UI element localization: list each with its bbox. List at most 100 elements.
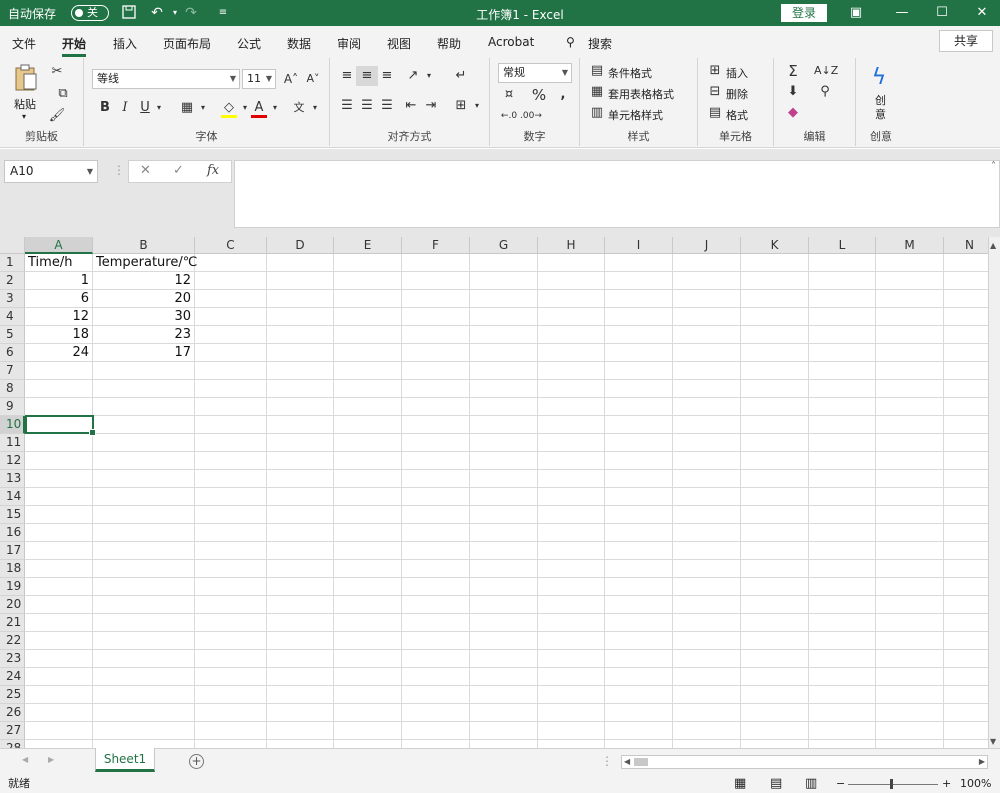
increase-font-icon[interactable]: A˄ <box>280 69 302 89</box>
row-header[interactable]: 11 <box>0 434 25 452</box>
column-header[interactable]: G <box>470 237 538 254</box>
table-cell[interactable]: Temperature/℃ <box>93 254 197 272</box>
table-cell[interactable]: 30 <box>93 308 194 326</box>
phonetic-dropdown-icon[interactable]: ▾ <box>304 98 326 118</box>
bold-icon[interactable]: B <box>94 98 116 118</box>
zoom-level[interactable]: 100% <box>960 775 991 793</box>
align-top-icon[interactable]: ≡ <box>336 66 358 86</box>
row-header[interactable]: 10 <box>0 416 25 434</box>
maximize-icon[interactable]: ☐ <box>932 3 952 23</box>
row-header[interactable]: 3 <box>0 290 25 308</box>
formula-input[interactable] <box>234 160 1000 228</box>
decrease-font-icon[interactable]: A˅ <box>302 69 324 89</box>
minimize-icon[interactable]: — <box>892 3 912 23</box>
row-header[interactable]: 17 <box>0 542 25 560</box>
cancel-icon[interactable]: ✕ <box>140 163 151 178</box>
tab-page-layout[interactable]: 页面布局 <box>163 35 211 52</box>
find-select-icon[interactable]: ⚲ <box>814 82 836 102</box>
column-header[interactable]: C <box>195 237 267 254</box>
tab-search[interactable]: 搜索 <box>588 35 612 52</box>
row-header[interactable]: 13 <box>0 470 25 488</box>
orientation-dropdown-icon[interactable]: ▾ <box>418 66 440 86</box>
borders-dropdown-icon[interactable]: ▾ <box>192 98 214 118</box>
percent-icon[interactable]: % <box>528 85 550 105</box>
table-cell[interactable]: 17 <box>93 344 194 362</box>
clear-icon[interactable]: ◆ <box>782 103 804 123</box>
column-header[interactable]: I <box>605 237 673 254</box>
scroll-right-icon[interactable]: ▶ <box>979 757 985 766</box>
tab-data[interactable]: 数据 <box>287 35 311 52</box>
login-button[interactable]: 登录 <box>781 4 827 22</box>
share-button[interactable]: 共享 <box>939 30 993 52</box>
font-color-dropdown-icon[interactable]: ▾ <box>264 98 286 118</box>
number-format-select[interactable]: 常规 ▼ <box>498 63 572 83</box>
autosave-toggle[interactable]: 关 <box>71 5 109 21</box>
zoom-slider-thumb[interactable] <box>890 779 893 789</box>
row-header[interactable]: 19 <box>0 578 25 596</box>
table-cell[interactable]: Time/h <box>25 254 93 272</box>
row-header[interactable]: 24 <box>0 668 25 686</box>
expand-formula-icon[interactable]: ˄ <box>991 161 996 172</box>
prev-sheet-icon[interactable]: ◀ <box>22 755 28 764</box>
scroll-up-icon[interactable]: ▲ <box>990 241 996 250</box>
cut-icon[interactable]: ✂ <box>46 62 68 82</box>
tab-view[interactable]: 视图 <box>387 35 411 52</box>
table-cell[interactable]: 1 <box>25 272 92 290</box>
align-middle-icon[interactable]: ≡ <box>356 66 378 86</box>
decrease-decimal-icon[interactable]: .00→ <box>520 106 542 126</box>
column-header[interactable]: J <box>673 237 741 254</box>
table-cell[interactable]: 12 <box>93 272 194 290</box>
row-header[interactable]: 20 <box>0 596 25 614</box>
tab-acrobat[interactable]: Acrobat <box>488 35 534 49</box>
horizontal-scrollbar[interactable]: ◀ ▶ <box>621 755 988 769</box>
table-cell[interactable]: 23 <box>93 326 194 344</box>
row-header[interactable]: 22 <box>0 632 25 650</box>
column-header[interactable]: H <box>538 237 605 254</box>
zoom-slider[interactable] <box>848 784 938 785</box>
redo-icon[interactable]: ↷ <box>182 4 200 22</box>
align-bottom-icon[interactable]: ≡ <box>376 66 398 86</box>
comma-style-icon[interactable]: , <box>552 85 574 105</box>
italic-icon[interactable]: I <box>114 98 136 118</box>
row-header[interactable]: 6 <box>0 344 25 362</box>
column-header[interactable]: A <box>25 237 93 254</box>
scroll-down-icon[interactable]: ▼ <box>990 737 996 746</box>
table-cell[interactable]: 6 <box>25 290 92 308</box>
format-cells-button[interactable]: 格式 <box>726 107 748 123</box>
column-header[interactable]: E <box>334 237 402 254</box>
zoom-out-icon[interactable]: − <box>836 775 845 793</box>
row-header[interactable]: 14 <box>0 488 25 506</box>
row-header[interactable]: 15 <box>0 506 25 524</box>
cell-styles-button[interactable]: 单元格样式 <box>608 107 663 123</box>
wrap-text-icon[interactable]: ↵ <box>450 66 472 86</box>
row-header[interactable]: 18 <box>0 560 25 578</box>
worksheet-grid[interactable]: A B C D E F G H I J K L M N 1 2 3 4 5 6 7 8 9 10 11 12 13 14 15 16 17 1… <box>0 237 988 748</box>
row-header[interactable]: 28 <box>0 740 25 748</box>
column-header[interactable]: L <box>809 237 876 254</box>
row-header[interactable]: 25 <box>0 686 25 704</box>
split-handle-icon[interactable]: ⋮ <box>601 754 613 768</box>
paste-dropdown-icon[interactable]: ▾ <box>22 112 26 121</box>
delete-cells-button[interactable]: 删除 <box>726 86 748 102</box>
column-header[interactable]: N <box>944 237 988 254</box>
add-sheet-icon[interactable]: + <box>189 754 204 769</box>
page-layout-view-icon[interactable]: ▤ <box>770 775 782 793</box>
paste-button[interactable]: 粘贴 <box>14 96 36 112</box>
table-cell[interactable]: 20 <box>93 290 194 308</box>
row-header[interactable]: 4 <box>0 308 25 326</box>
increase-indent-icon[interactable]: ⇥ <box>420 96 442 116</box>
tab-formulas[interactable]: 公式 <box>237 35 261 52</box>
align-left-icon[interactable]: ☰ <box>336 96 358 116</box>
creativity-button[interactable]: 创意 <box>875 94 889 122</box>
tab-file[interactable]: 文件 <box>12 35 36 52</box>
conditional-format-button[interactable]: 条件格式 <box>608 65 652 81</box>
merge-dropdown-icon[interactable]: ▾ <box>466 96 488 116</box>
insert-cells-button[interactable]: 插入 <box>726 65 748 81</box>
table-cell[interactable]: 18 <box>25 326 92 344</box>
format-painter-icon[interactable]: 🖌 <box>46 106 68 126</box>
font-size-select[interactable]: 11 ▼ <box>242 69 276 89</box>
column-header[interactable]: B <box>93 237 195 254</box>
font-name-select[interactable]: 等线 ▼ <box>92 69 240 89</box>
tab-help[interactable]: 帮助 <box>437 35 461 52</box>
scroll-thumb[interactable] <box>634 758 648 766</box>
